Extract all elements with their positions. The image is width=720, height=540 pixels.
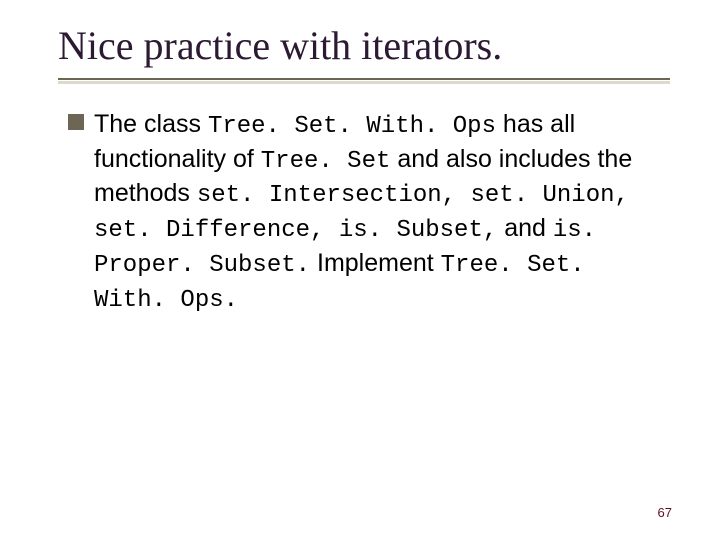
slide: Nice practice with iterators. The class … <box>0 0 720 540</box>
divider-line <box>58 78 670 80</box>
slide-body: The class Tree. Set. With. Ops has all f… <box>68 108 650 316</box>
title-underline <box>58 78 670 84</box>
text-run-5: Implement <box>310 249 441 277</box>
page-number: 67 <box>658 505 672 520</box>
code-run-2: Tree. Set <box>261 148 391 175</box>
divider-shadow <box>58 81 670 84</box>
bullet-item: The class Tree. Set. With. Ops has all f… <box>68 108 650 316</box>
bullet-square-icon <box>68 114 84 130</box>
text-run-4: and <box>497 214 553 242</box>
slide-title: Nice practice with iterators. <box>58 22 670 69</box>
bullet-text: The class Tree. Set. With. Ops has all f… <box>94 108 650 316</box>
text-run-1: The class <box>94 110 208 138</box>
code-run-1: Tree. Set. With. Ops <box>208 113 496 140</box>
